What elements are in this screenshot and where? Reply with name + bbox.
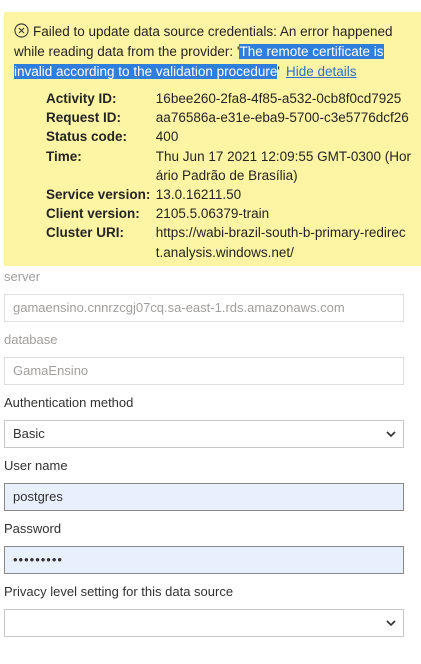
error-detail-value: 16bee260-2fa8-4f85-a532-0cb8f0cd7925 (155, 91, 402, 106)
username-input[interactable]: postgres (4, 483, 404, 511)
error-detail-row: Activity ID: 16bee260-2fa8-4f85-a532-0cb8… (46, 89, 413, 108)
error-message-box: Failed to update data source credentials… (4, 12, 421, 266)
error-details-table: Activity ID: 16bee260-2fa8-4f85-a532-0cb8… (46, 89, 413, 262)
chevron-down-icon (386, 431, 396, 438)
auth-method-value: Basic (13, 426, 45, 441)
error-detail-value: 2105.5.06379-train (155, 206, 270, 222)
error-detail-key: Cluster URI: (46, 225, 125, 241)
error-detail-row: Client version: 2105.5.06379-train (46, 204, 413, 223)
error-detail-value: aa76586a-e31e-eba9-5700-c3e5776dcf26 (155, 110, 409, 126)
database-field: database GamaEnsino (4, 331, 404, 385)
error-detail-row: Service version: 13.0.16211.50 (46, 185, 413, 204)
privacy-level-label: Privacy level setting for this data sour… (4, 584, 234, 599)
error-detail-value: Thu Jun 17 2021 12:09:55 GMT-0300 (Horár… (155, 148, 411, 183)
server-label: server (4, 269, 41, 284)
password-input[interactable]: ••••••••• (4, 546, 404, 574)
error-detail-key: Service version: (46, 187, 151, 203)
error-detail-key: Request ID: (46, 110, 122, 126)
error-detail-value: 400 (155, 129, 179, 145)
error-detail-key: Time: (46, 148, 82, 164)
server-field: server gamaensino.cnnrzcgj07cq.sa-east-1… (4, 268, 404, 322)
privacy-level-field: Privacy level setting for this data sour… (4, 583, 404, 637)
error-text-end: ' (277, 64, 280, 79)
error-details: Activity ID: 16bee260-2fa8-4f85-a532-0cb8… (14, 89, 413, 262)
error-detail-row: Time: Thu Jun 17 2021 12:09:55 GMT-0300 (… (46, 147, 413, 185)
username-field: User name postgres (4, 457, 404, 511)
database-label: database (4, 332, 58, 347)
chevron-down-icon (386, 620, 396, 627)
server-input: gamaensino.cnnrzcgj07cq.sa-east-1.rds.am… (4, 294, 404, 322)
error-message: Failed to update data source credentials… (14, 22, 413, 82)
error-detail-key: Status code: (46, 129, 128, 145)
password-label: Password (4, 521, 62, 536)
privacy-level-select[interactable] (4, 609, 404, 637)
password-field: Password ••••••••• (4, 520, 404, 574)
circle-x-icon (14, 23, 29, 38)
database-input: GamaEnsino (4, 357, 404, 385)
username-label: User name (4, 458, 68, 473)
error-detail-value: https://wabi-brazil-south-b-primary-redi… (155, 225, 406, 260)
error-detail-row: Cluster URI: https://wabi-brazil-south-b-… (46, 223, 413, 261)
error-detail-row: Request ID: aa76586a-e31e-eba9-5700-c3e57… (46, 108, 413, 127)
auth-method-label: Authentication method (4, 395, 134, 410)
hide-details-link[interactable]: Hide details (286, 64, 357, 79)
error-detail-key: Client version: (46, 206, 140, 222)
error-detail-value: 13.0.16211.50 (155, 187, 242, 203)
error-detail-row: Status code: 400 (46, 127, 413, 146)
auth-method-select[interactable]: Basic (4, 420, 404, 448)
auth-method-field: Authentication method Basic (4, 394, 404, 448)
error-detail-key: Activity ID: (46, 91, 117, 106)
